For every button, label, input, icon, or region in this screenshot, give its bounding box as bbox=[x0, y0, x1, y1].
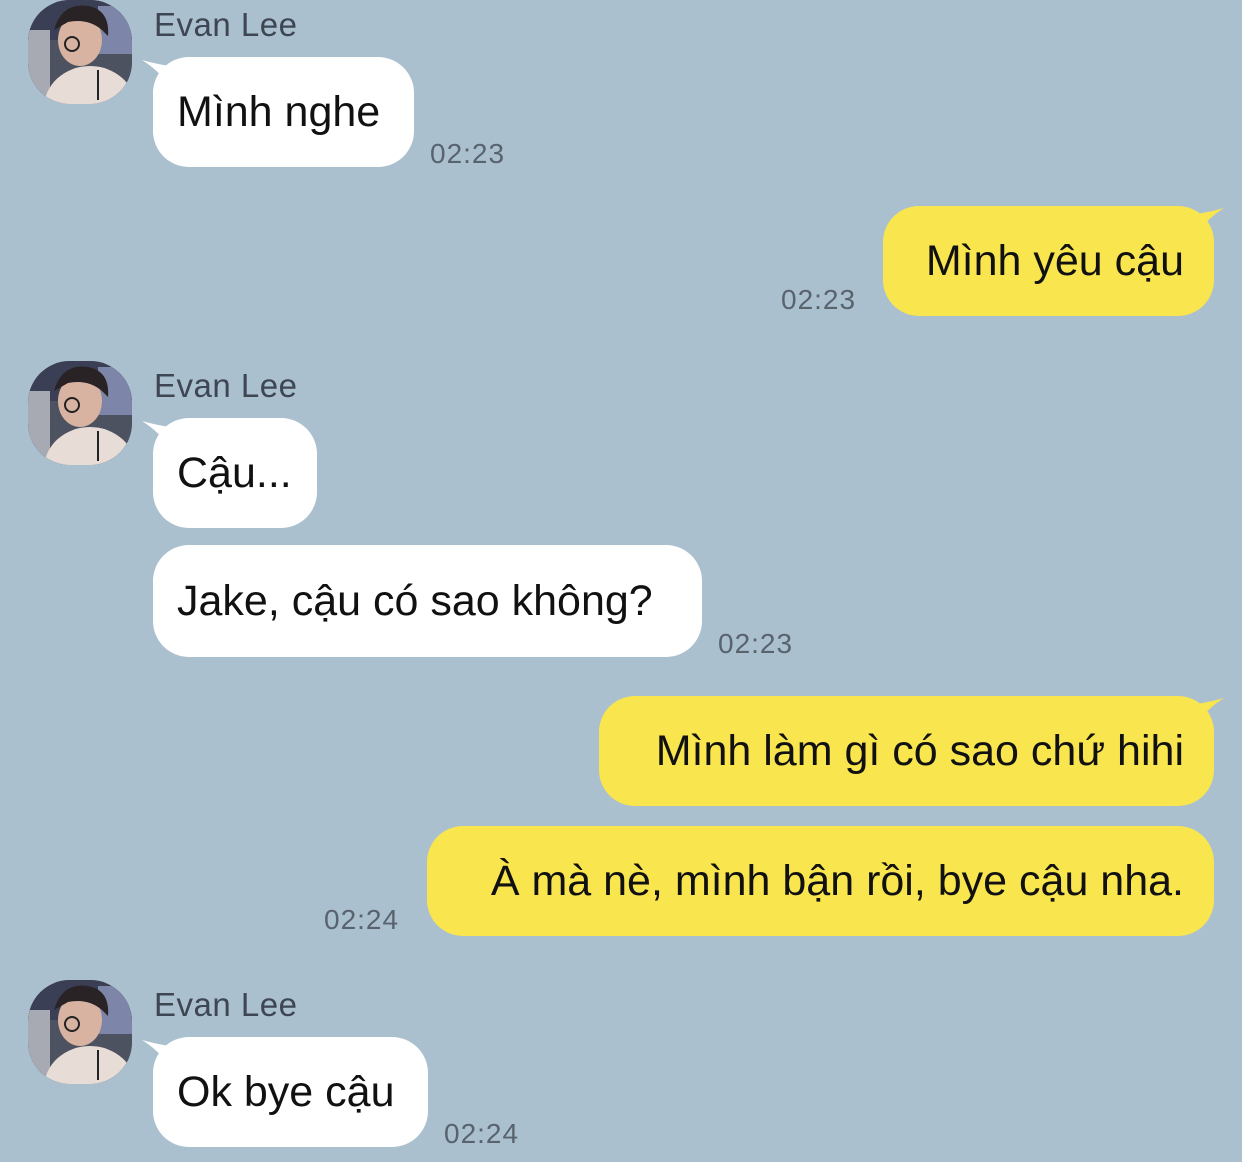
sender-name: Evan Lee bbox=[154, 367, 298, 404]
message-text: Jake, cậu có sao không? bbox=[177, 576, 653, 625]
incoming-message[interactable]: Ok bye cậu bbox=[153, 1037, 428, 1147]
message-timestamp: 02:23 bbox=[781, 284, 857, 315]
outgoing-message[interactable]: Mình làm gì có sao chứ hihi bbox=[599, 696, 1214, 806]
message-text: Mình yêu cậu bbox=[925, 236, 1184, 285]
message-text: Ok bye cậu bbox=[177, 1067, 395, 1116]
contact-avatar[interactable] bbox=[28, 980, 132, 1084]
chat-view[interactable]: Evan Lee Mình nghe 02:23 Mình yêu cậu 02… bbox=[0, 0, 1242, 1162]
incoming-message[interactable]: Jake, cậu có sao không? bbox=[153, 545, 702, 657]
message-text: Mình nghe bbox=[177, 87, 381, 136]
incoming-message[interactable]: Mình nghe bbox=[153, 57, 414, 167]
outgoing-message[interactable]: À mà nè, mình bận rồi, bye cậu nha. bbox=[427, 826, 1214, 936]
incoming-message[interactable]: Cậu... bbox=[153, 418, 317, 528]
message-text: Cậu... bbox=[177, 448, 292, 497]
message-timestamp: 02:23 bbox=[430, 138, 506, 169]
sender-name: Evan Lee bbox=[154, 986, 298, 1023]
contact-avatar[interactable] bbox=[28, 0, 132, 104]
message-text: Mình làm gì có sao chứ hihi bbox=[655, 726, 1184, 775]
sender-name: Evan Lee bbox=[154, 6, 298, 43]
outgoing-message[interactable]: Mình yêu cậu bbox=[883, 206, 1214, 316]
message-timestamp: 02:24 bbox=[324, 904, 400, 935]
contact-avatar[interactable] bbox=[28, 361, 132, 465]
message-timestamp: 02:24 bbox=[444, 1118, 520, 1149]
message-text: À mà nè, mình bận rồi, bye cậu nha. bbox=[490, 856, 1184, 905]
message-timestamp: 02:23 bbox=[718, 628, 794, 659]
